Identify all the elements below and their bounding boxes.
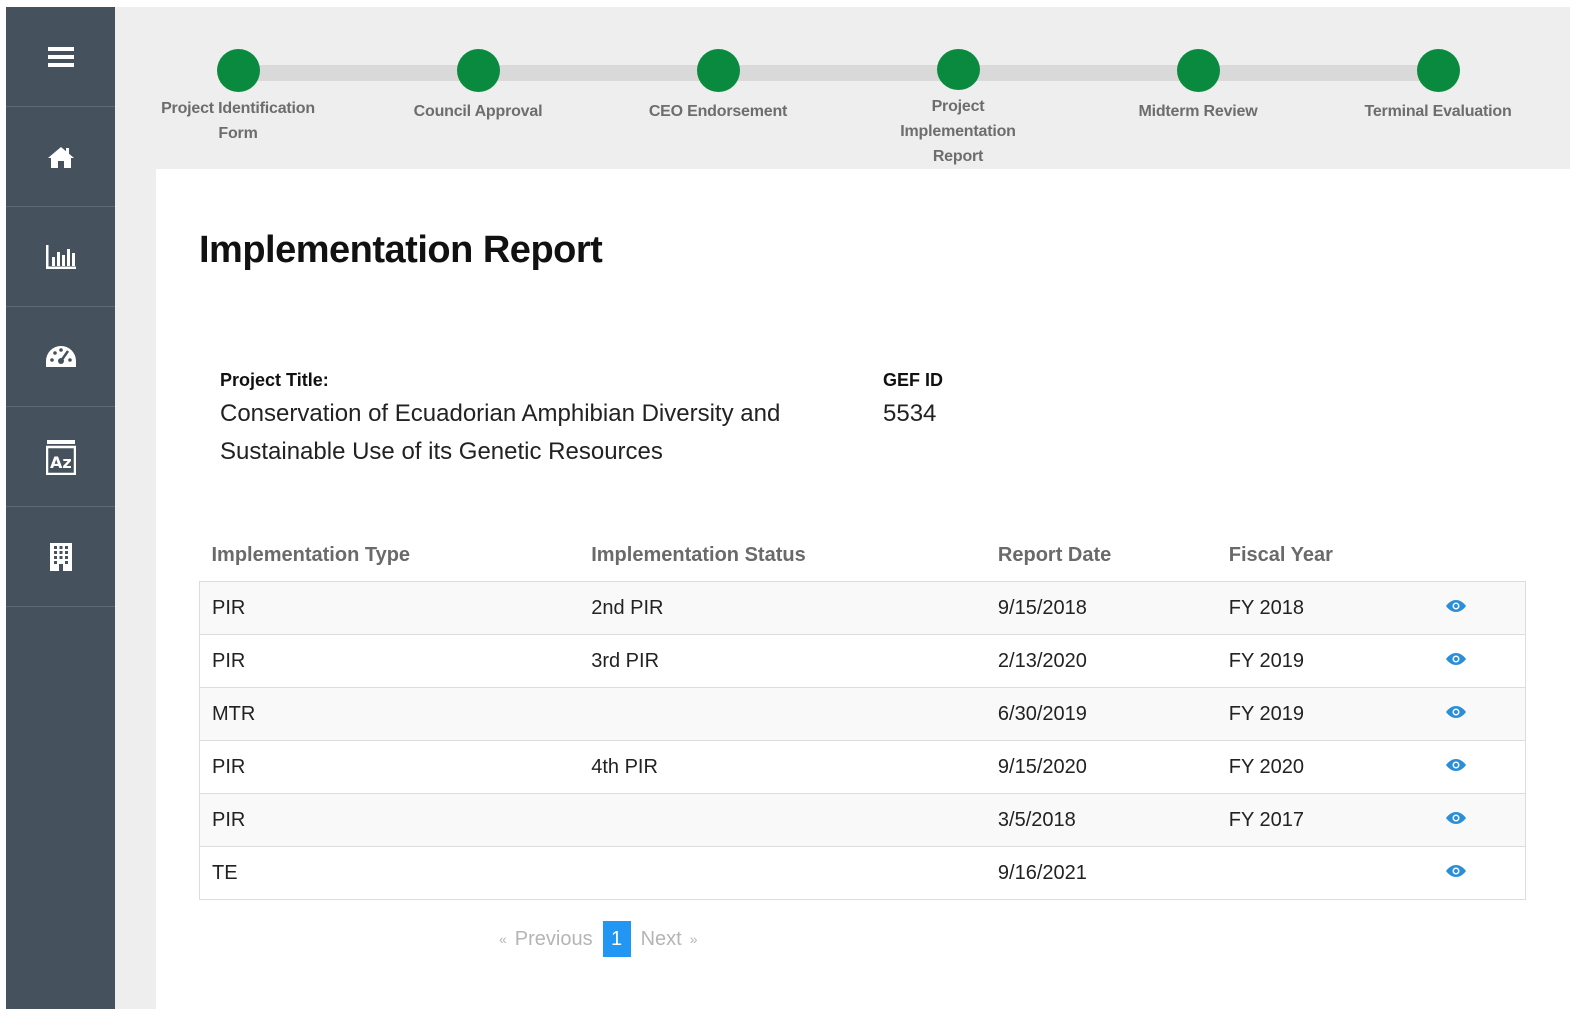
cell-actions — [1431, 846, 1526, 900]
cell-implementation-status — [579, 793, 986, 847]
sidebar-item-organizations[interactable] — [6, 507, 115, 607]
step-project-implementation-report[interactable]: Project Implementation Report — [858, 7, 1058, 169]
column-header-actions — [1432, 529, 1526, 582]
step-label: Project Implementation Report — [900, 98, 1016, 165]
gef-id-label: GEF ID — [883, 370, 944, 390]
cell-implementation-status — [579, 687, 986, 741]
sidebar-item-dashboard[interactable] — [6, 307, 115, 407]
cell-report-date: 3/5/2018 — [985, 793, 1217, 847]
previous-arrow-icon: « — [499, 931, 507, 947]
implementation-table: Implementation Type Implementation Statu… — [199, 529, 1526, 900]
column-header-implementation-status[interactable]: Implementation Status — [579, 529, 986, 582]
implementation-table-wrapper: Implementation Type Implementation Statu… — [199, 529, 1526, 900]
main-content: Implementation Report Project Title: Con… — [156, 169, 1570, 1009]
eye-icon[interactable] — [1444, 597, 1468, 620]
cell-implementation-status — [579, 846, 986, 900]
table-row: PIR 3rd PIR 2/13/2020 FY 2019 — [199, 634, 1526, 688]
cell-actions — [1431, 793, 1526, 847]
cell-fiscal-year: FY 2020 — [1216, 740, 1432, 794]
cell-fiscal-year: FY 2017 — [1216, 793, 1432, 847]
progress-stepper: Project Identification Form Council Appr… — [156, 7, 1570, 169]
step-complete-dot — [1416, 49, 1460, 92]
page-title: Implementation Report — [199, 229, 603, 271]
project-title-line: Conservation of Ecuadorian Amphibian Div… — [220, 400, 781, 427]
column-header-implementation-type[interactable]: Implementation Type — [200, 529, 580, 582]
cell-report-date: 9/15/2018 — [985, 581, 1217, 635]
cell-implementation-status: 4th PIR — [579, 740, 986, 794]
pagination: « Previous 1 Next » — [491, 921, 706, 957]
project-title-value: Conservation of Ecuadorian Amphibian Div… — [220, 395, 860, 471]
project-title-line: Sustainable Use of its Genetic Resources — [220, 438, 663, 465]
eye-icon[interactable] — [1444, 650, 1468, 673]
step-project-identification-form[interactable]: Project Identification Form — [138, 7, 338, 169]
table-row: PIR 3/5/2018 FY 2017 — [199, 793, 1526, 847]
menu-icon — [47, 46, 74, 67]
step-council-approval[interactable]: Council Approval — [378, 7, 578, 169]
home-icon — [47, 146, 74, 168]
sidebar-item-charts[interactable] — [6, 207, 115, 307]
table-row: TE 9/16/2021 — [199, 846, 1526, 900]
column-header-report-date[interactable]: Report Date — [986, 529, 1217, 582]
eye-icon[interactable] — [1444, 703, 1468, 726]
step-terminal-evaluation[interactable]: Terminal Evaluation — [1338, 7, 1538, 169]
cell-implementation-type: PIR — [199, 740, 580, 794]
cell-actions — [1431, 634, 1526, 688]
cell-fiscal-year: FY 2019 — [1216, 687, 1432, 741]
step-complete-dot — [456, 49, 500, 92]
cell-fiscal-year — [1216, 846, 1432, 900]
cell-actions — [1431, 687, 1526, 741]
cell-implementation-type: PIR — [199, 581, 580, 635]
step-complete-dot — [936, 49, 980, 90]
cell-implementation-status: 3rd PIR — [579, 634, 986, 688]
step-complete-dot — [216, 49, 260, 92]
step-label: Project Identification Form — [161, 100, 315, 142]
table-header-row: Implementation Type Implementation Statu… — [200, 529, 1526, 582]
cell-actions — [1431, 581, 1526, 635]
bar-chart-icon — [45, 244, 76, 269]
svg-text:Az: Az — [50, 453, 72, 472]
cell-report-date: 2/13/2020 — [985, 634, 1217, 688]
building-icon — [49, 542, 72, 571]
sidebar: Az — [6, 7, 115, 1009]
step-complete-dot — [1176, 49, 1220, 92]
next-page-button[interactable]: Next — [641, 928, 682, 951]
project-title-label: Project Title: — [220, 370, 329, 390]
dashboard-gauge-icon — [45, 345, 76, 367]
sidebar-item-glossary[interactable]: Az — [6, 407, 115, 507]
cell-fiscal-year: FY 2019 — [1216, 634, 1432, 688]
cell-implementation-type: MTR — [199, 687, 580, 741]
table-row: PIR 2nd PIR 9/15/2018 FY 2018 — [199, 581, 1526, 635]
table-row: MTR 6/30/2019 FY 2019 — [199, 687, 1526, 741]
eye-icon[interactable] — [1444, 809, 1468, 832]
step-ceo-endorsement[interactable]: CEO Endorsement — [618, 7, 818, 169]
step-label: CEO Endorsement — [648, 103, 788, 120]
page-number-button[interactable]: 1 — [602, 921, 631, 957]
cell-report-date: 6/30/2019 — [985, 687, 1217, 741]
cell-implementation-type: PIR — [199, 634, 580, 688]
step-complete-dot — [696, 49, 740, 92]
previous-page-button[interactable]: Previous — [515, 928, 593, 951]
step-midterm-review[interactable]: Midterm Review — [1098, 7, 1298, 169]
gef-id-value: 5534 — [883, 400, 937, 427]
cell-report-date: 9/15/2020 — [985, 740, 1217, 794]
column-header-fiscal-year[interactable]: Fiscal Year — [1217, 529, 1432, 582]
step-label: Council Approval — [413, 103, 543, 120]
eye-icon[interactable] — [1444, 756, 1468, 779]
az-sort-icon: Az — [45, 439, 76, 475]
step-label: Terminal Evaluation — [1364, 103, 1512, 120]
step-label: Midterm Review — [1138, 103, 1258, 120]
cell-implementation-type: TE — [199, 846, 580, 900]
cell-implementation-type: PIR — [199, 793, 580, 847]
sidebar-item-home[interactable] — [6, 107, 115, 207]
cell-implementation-status: 2nd PIR — [579, 581, 986, 635]
cell-report-date: 9/16/2021 — [985, 846, 1217, 900]
cell-actions — [1431, 740, 1526, 794]
next-arrow-icon: » — [689, 931, 698, 947]
cell-fiscal-year: FY 2018 — [1216, 581, 1432, 635]
table-row: PIR 4th PIR 9/15/2020 FY 2020 — [199, 740, 1526, 794]
eye-icon[interactable] — [1444, 862, 1468, 885]
sidebar-item-menu[interactable] — [6, 7, 115, 107]
